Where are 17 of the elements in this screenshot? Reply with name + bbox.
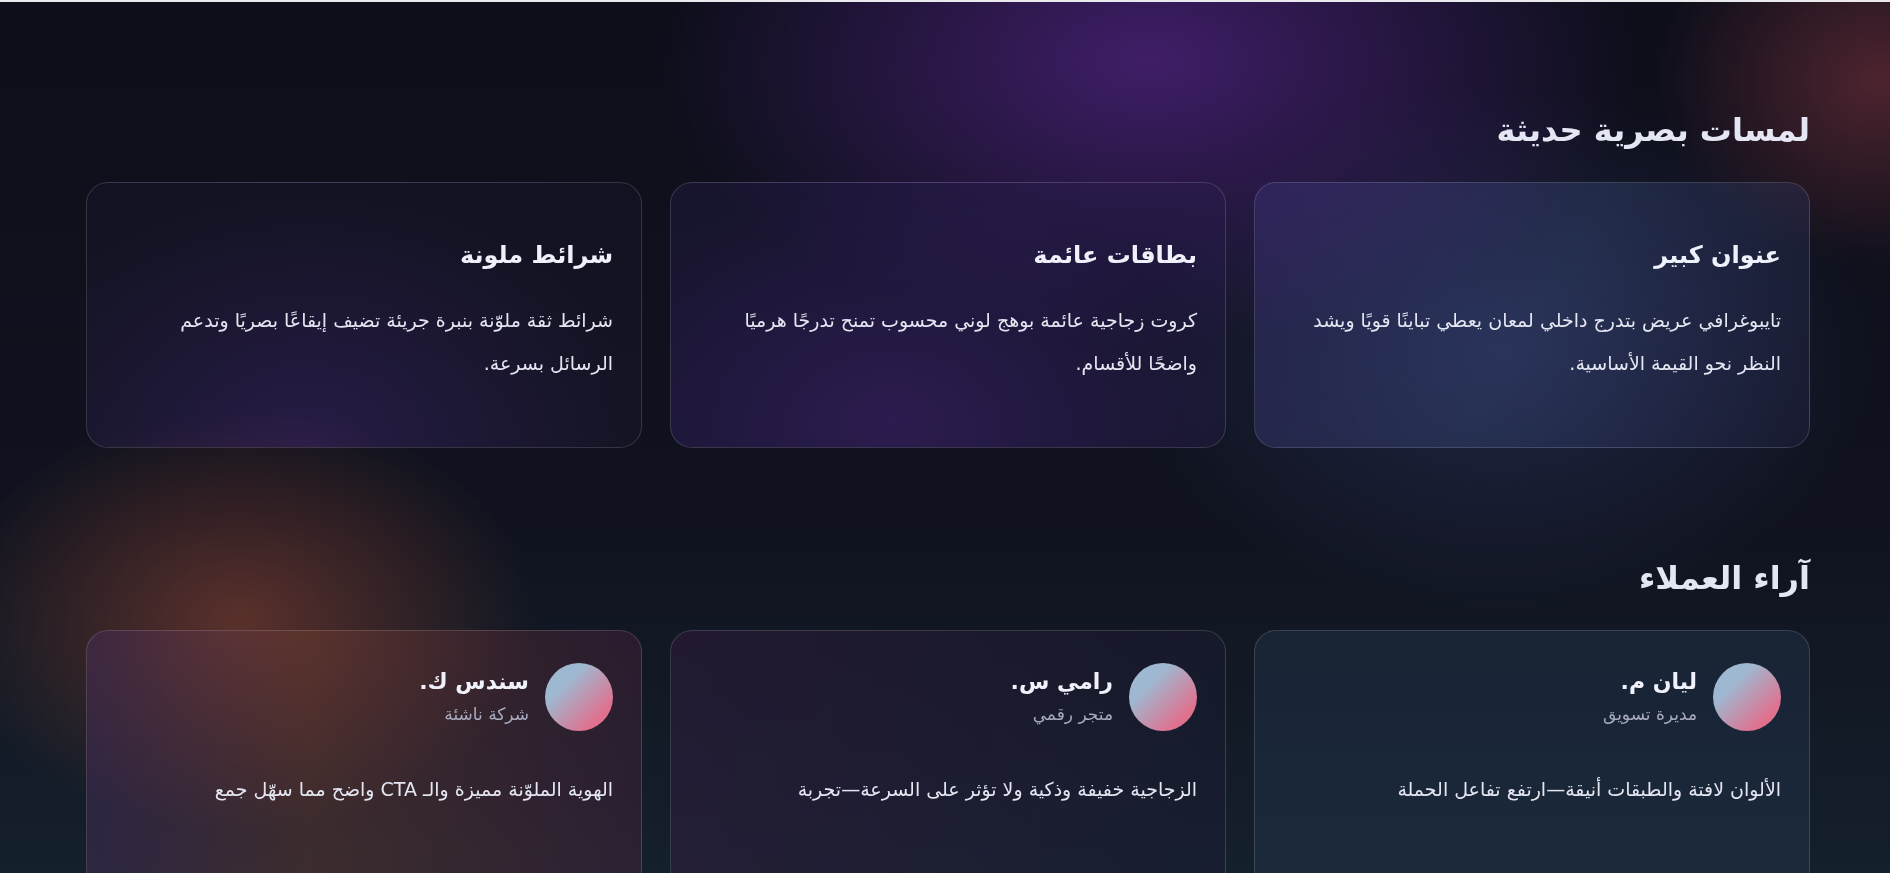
- customer-role: شركة ناشئة: [443, 703, 529, 726]
- customer-name: رامي س.: [1010, 668, 1113, 697]
- customer-name: سندس ك.: [419, 668, 529, 696]
- card-description: تايبوغرافي عريض بتدرج داخلي لمعان يعطي تباينًا قويًا ويشد النظر نحو القيمة الأساسية.: [1312, 308, 1781, 377]
- testimonial-quote: الهوية الملوّنة مميزة والـ CTA واضح مما سهّل جمع: [213, 777, 613, 803]
- card-title: بطاقات عائمة: [1032, 240, 1197, 271]
- testimonial-quote: الألوان لافتة والطبقات أنيقة—ارتفع تفاعل الحملة: [1396, 776, 1781, 803]
- testimonial-quote: الزجاجية خفيفة وذكية ولا تؤثر على السرعة—تجربة: [796, 777, 1197, 803]
- card-description: شرائط ثقة ملوّنة بنبرة جريئة تضيف إيقاعًا بصريًا وتدعم الرسائل بسرعة.: [179, 308, 613, 377]
- customer-role: متجر رقمي: [1031, 703, 1113, 727]
- customer-name: ليان م.: [1619, 668, 1697, 696]
- card-description: كروت زجاجية عائمة بوهج لوني محسوب تمنح تدرجًا هرميًا واضحًا للأقسام.: [743, 308, 1197, 377]
- section-heading: لمسات بصرية حديثة: [1495, 110, 1810, 151]
- customer-role: مديرة تسويق: [1602, 703, 1697, 726]
- section-heading: آراء العملاء: [1638, 557, 1810, 599]
- card-title: شرائط ملونة: [458, 240, 613, 271]
- card-title: عنوان كبير: [1652, 240, 1781, 271]
